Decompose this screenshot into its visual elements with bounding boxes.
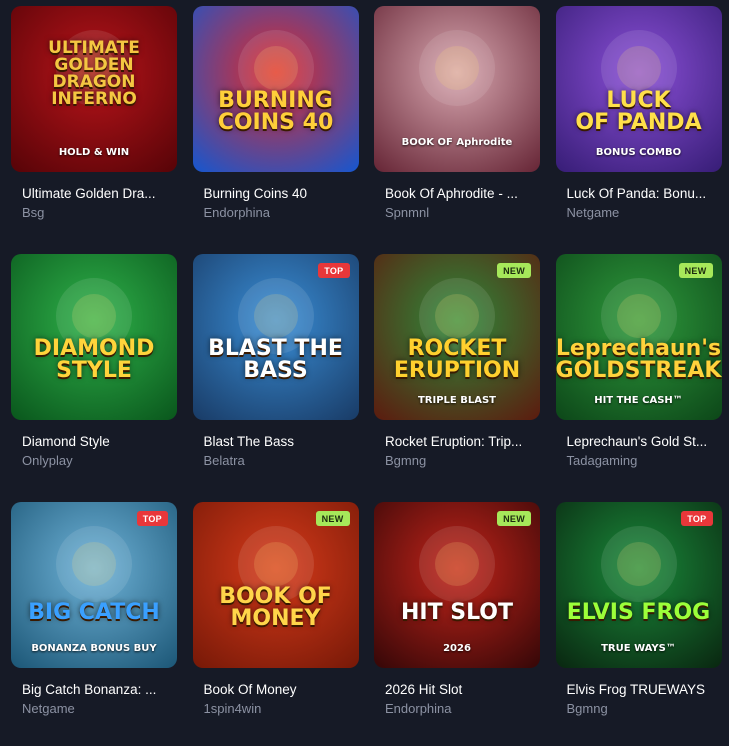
game-card[interactable]: BOOK OF Aphrodite Book Of Aphrodite - ...… bbox=[374, 6, 540, 254]
game-provider: Netgame bbox=[22, 701, 75, 716]
game-thumbnail[interactable]: BIG CATCH BONANZA BONUS BUY TOP bbox=[11, 502, 177, 668]
game-art-title: ELVIS FROG bbox=[566, 600, 711, 625]
game-provider: Spnmnl bbox=[385, 205, 430, 220]
game-thumbnail[interactable]: Leprechaun's GOLDSTREAK HIT THE CASH™ NEW bbox=[555, 254, 722, 420]
game-thumbnail[interactable]: BOOK OF Aphrodite bbox=[374, 6, 540, 172]
game-thumbnail[interactable]: HIT SLOT 2026 NEW bbox=[374, 502, 540, 668]
top-badge: TOP bbox=[318, 263, 350, 278]
game-provider: Bgmng bbox=[566, 701, 608, 716]
new-badge: NEW bbox=[497, 263, 531, 278]
game-art-title: DIAMOND STYLE bbox=[33, 336, 155, 383]
game-thumbnail[interactable]: DIAMOND STYLE bbox=[11, 254, 177, 420]
game-provider: Endorphina bbox=[203, 205, 271, 220]
game-art-title: Leprechaun's GOLDSTREAK bbox=[555, 336, 722, 383]
game-provider: Netgame bbox=[566, 205, 620, 220]
game-title[interactable]: Ultimate Golden Dra... bbox=[22, 186, 172, 201]
new-badge: NEW bbox=[315, 511, 350, 526]
game-title[interactable]: Burning Coins 40 bbox=[204, 186, 354, 201]
game-art-title: ROCKET ERUPTION bbox=[393, 336, 521, 383]
game-card[interactable]: BURNING COINS 40 Burning Coins 40 Endorphi… bbox=[192, 6, 359, 254]
game-card[interactable]: ULTIMATE GOLDEN DRAGON INFERNO HOLD & WIN… bbox=[11, 6, 177, 254]
game-title[interactable]: Book Of Aphrodite - ... bbox=[385, 186, 535, 201]
game-title[interactable]: Blast The Bass bbox=[204, 434, 354, 449]
game-thumbnail[interactable]: LUCK OF PANDA BONUS COMBO bbox=[555, 6, 722, 172]
game-art-subtitle: HOLD & WIN bbox=[58, 147, 130, 158]
game-title[interactable]: Book Of Money bbox=[204, 682, 354, 697]
game-thumbnail[interactable]: BLAST THE BASS TOP bbox=[192, 254, 359, 420]
game-title[interactable]: Big Catch Bonanza: ... bbox=[22, 682, 172, 697]
game-provider: Endorphina bbox=[385, 701, 452, 716]
game-art-subtitle: TRIPLE BLAST bbox=[417, 395, 496, 406]
game-card[interactable]: BOOK OF MONEY NEW Book Of Money 1spin4win bbox=[192, 502, 359, 746]
top-badge: TOP bbox=[136, 511, 168, 526]
game-card[interactable]: ELVIS FROG TRUE WAYS™ TOP Elvis Frog TRUEWA… bbox=[555, 502, 722, 746]
game-card[interactable]: LUCK OF PANDA BONUS COMBO Luck Of Panda: B… bbox=[555, 6, 722, 254]
game-card[interactable]: DIAMOND STYLE Diamond Style Onlyplay bbox=[11, 254, 177, 502]
game-provider: Bsg bbox=[22, 205, 45, 220]
game-art-subtitle: TRUE WAYS™ bbox=[601, 643, 676, 654]
game-thumbnail[interactable]: BURNING COINS 40 bbox=[192, 6, 359, 172]
game-art-title: HIT SLOT bbox=[400, 600, 514, 625]
game-art-title: LUCK OF PANDA bbox=[575, 88, 702, 135]
game-provider: Bgmng bbox=[385, 453, 427, 468]
game-art-subtitle: HIT THE CASH™ bbox=[594, 395, 683, 406]
game-art-title: ULTIMATE GOLDEN DRAGON INFERNO bbox=[48, 38, 140, 109]
top-badge: TOP bbox=[681, 511, 713, 526]
game-thumbnail[interactable]: ELVIS FROG TRUE WAYS™ TOP bbox=[555, 502, 722, 668]
game-title[interactable]: 2026 Hit Slot bbox=[385, 682, 535, 697]
game-title[interactable]: Luck Of Panda: Bonu... bbox=[567, 186, 717, 201]
game-art-title: BLAST THE BASS bbox=[208, 336, 343, 383]
game-card[interactable]: BLAST THE BASS TOP Blast The Bass Belatra bbox=[192, 254, 359, 502]
game-card[interactable]: ROCKET ERUPTION TRIPLE BLAST NEW Rocket Eru… bbox=[374, 254, 540, 502]
game-thumbnail[interactable]: BOOK OF MONEY NEW bbox=[192, 502, 359, 668]
game-art-title: BIG CATCH bbox=[28, 600, 160, 625]
new-badge: NEW bbox=[678, 263, 713, 278]
game-provider: Tadagaming bbox=[566, 453, 638, 468]
game-art-title: BOOK OF MONEY bbox=[219, 584, 332, 631]
game-card[interactable]: BIG CATCH BONANZA BONUS BUY TOP Big Catch B… bbox=[11, 502, 177, 746]
game-thumbnail[interactable]: ROCKET ERUPTION TRIPLE BLAST NEW bbox=[374, 254, 540, 420]
game-card[interactable]: Leprechaun's GOLDSTREAK HIT THE CASH™ NEW L… bbox=[555, 254, 722, 502]
game-title[interactable]: Rocket Eruption: Trip... bbox=[385, 434, 535, 449]
game-grid: ULTIMATE GOLDEN DRAGON INFERNO HOLD & WIN… bbox=[11, 6, 722, 746]
game-provider: Belatra bbox=[203, 453, 245, 468]
game-thumbnail[interactable]: ULTIMATE GOLDEN DRAGON INFERNO HOLD & WIN bbox=[11, 6, 177, 172]
game-art-subtitle: BONANZA BONUS BUY bbox=[31, 643, 157, 654]
new-badge: NEW bbox=[497, 511, 531, 526]
game-art-subtitle: BONUS COMBO bbox=[595, 147, 682, 158]
game-art-subtitle: 2026 bbox=[443, 643, 471, 654]
game-art-title: BURNING COINS 40 bbox=[217, 88, 334, 135]
game-provider: Onlyplay bbox=[22, 453, 73, 468]
game-art-subtitle: BOOK OF Aphrodite bbox=[401, 137, 513, 148]
game-provider: 1spin4win bbox=[203, 701, 262, 716]
game-card[interactable]: HIT SLOT 2026 NEW 2026 Hit Slot Endorphina bbox=[374, 502, 540, 746]
game-title[interactable]: Diamond Style bbox=[22, 434, 172, 449]
game-title[interactable]: Elvis Frog TRUEWAYS bbox=[567, 682, 717, 697]
game-title[interactable]: Leprechaun's Gold St... bbox=[567, 434, 717, 449]
